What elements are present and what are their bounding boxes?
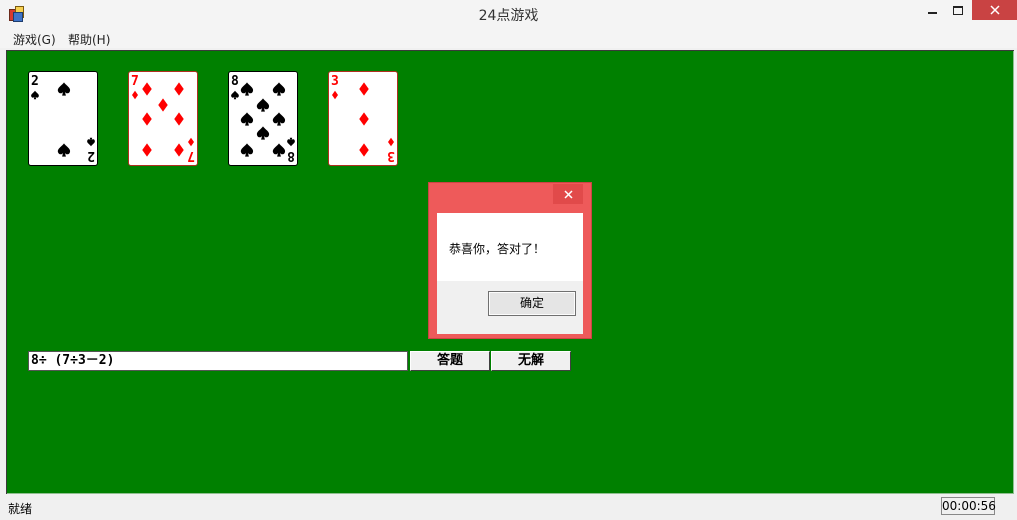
card-3[interactable]: 88 <box>228 71 298 166</box>
card-rank: 8 <box>287 148 295 163</box>
card-1[interactable]: 22 <box>28 71 98 166</box>
spade-icon <box>272 143 286 157</box>
spade-icon <box>57 82 71 96</box>
title-bar: 24点游戏 <box>0 0 1017 28</box>
diamond-icon <box>142 143 152 157</box>
timer: 00:00:56 <box>941 497 996 515</box>
dialog-footer: 确定 <box>437 281 583 334</box>
minimize-button[interactable] <box>918 0 946 20</box>
card-2[interactable]: 77 <box>128 71 198 166</box>
spade-icon <box>240 82 254 96</box>
minimize-icon <box>927 12 937 14</box>
answer-button[interactable]: 答题 <box>410 351 490 371</box>
menu-bar: 游戏(G) 帮助(H) <box>0 28 1017 48</box>
diamond-icon <box>174 112 184 126</box>
window-title: 24点游戏 <box>478 8 539 24</box>
card-face: 33 <box>331 74 395 163</box>
card-rank: 8 <box>231 74 239 89</box>
status-text: 就绪 <box>8 502 33 516</box>
close-button[interactable] <box>972 0 1017 20</box>
menu-help[interactable]: 帮助(H) <box>68 31 110 48</box>
card-corner-suit-icon <box>188 137 194 147</box>
close-icon <box>989 5 1000 15</box>
spade-icon <box>256 98 270 112</box>
ok-button[interactable]: 确定 <box>488 291 576 316</box>
card-corner-suit-icon <box>332 90 338 100</box>
card-rank: 2 <box>87 148 95 163</box>
card-rank: 3 <box>387 148 395 163</box>
diamond-icon <box>174 143 184 157</box>
spade-icon <box>57 143 71 157</box>
maximize-icon <box>953 5 963 15</box>
card-4[interactable]: 33 <box>328 71 398 166</box>
diamond-icon <box>158 98 168 112</box>
card-face: 88 <box>231 74 295 163</box>
status-bar: 就绪 00:00:56 <box>0 495 1017 520</box>
spade-icon <box>240 112 254 126</box>
spade-icon <box>272 82 286 96</box>
card-corner-suit-icon <box>388 137 394 147</box>
card-face: 77 <box>131 74 195 163</box>
no-solution-button[interactable]: 无解 <box>491 351 571 371</box>
card-corner-suit-icon <box>87 137 95 147</box>
diamond-icon <box>142 82 152 96</box>
menu-game[interactable]: 游戏(G) <box>13 31 56 48</box>
card-corner-suit-icon <box>287 137 295 147</box>
dialog-message: 恭喜你，答对了！ <box>449 242 546 256</box>
card-rank: 2 <box>31 74 39 89</box>
spade-icon <box>240 143 254 157</box>
card-face: 22 <box>31 74 95 163</box>
spade-icon <box>256 126 270 140</box>
message-dialog: 恭喜你，答对了！ 确定 <box>429 183 591 338</box>
card-corner-suit-icon <box>132 90 138 100</box>
card-rank: 7 <box>131 74 139 89</box>
dialog-body: 恭喜你，答对了！ 确定 <box>437 213 583 334</box>
diamond-icon <box>142 112 152 126</box>
dialog-close-button[interactable] <box>553 184 583 204</box>
card-rank: 7 <box>187 148 195 163</box>
close-icon <box>563 189 573 199</box>
spade-icon <box>272 112 286 126</box>
diamond-icon <box>359 112 369 126</box>
card-rank: 3 <box>331 74 339 89</box>
card-corner-suit-icon <box>31 90 39 100</box>
maximize-button[interactable] <box>944 0 972 20</box>
diamond-icon <box>174 82 184 96</box>
expression-input[interactable]: 8÷ (7÷3－2) <box>28 351 408 371</box>
card-corner-suit-icon <box>231 90 239 100</box>
diamond-icon <box>359 82 369 96</box>
diamond-icon <box>359 143 369 157</box>
